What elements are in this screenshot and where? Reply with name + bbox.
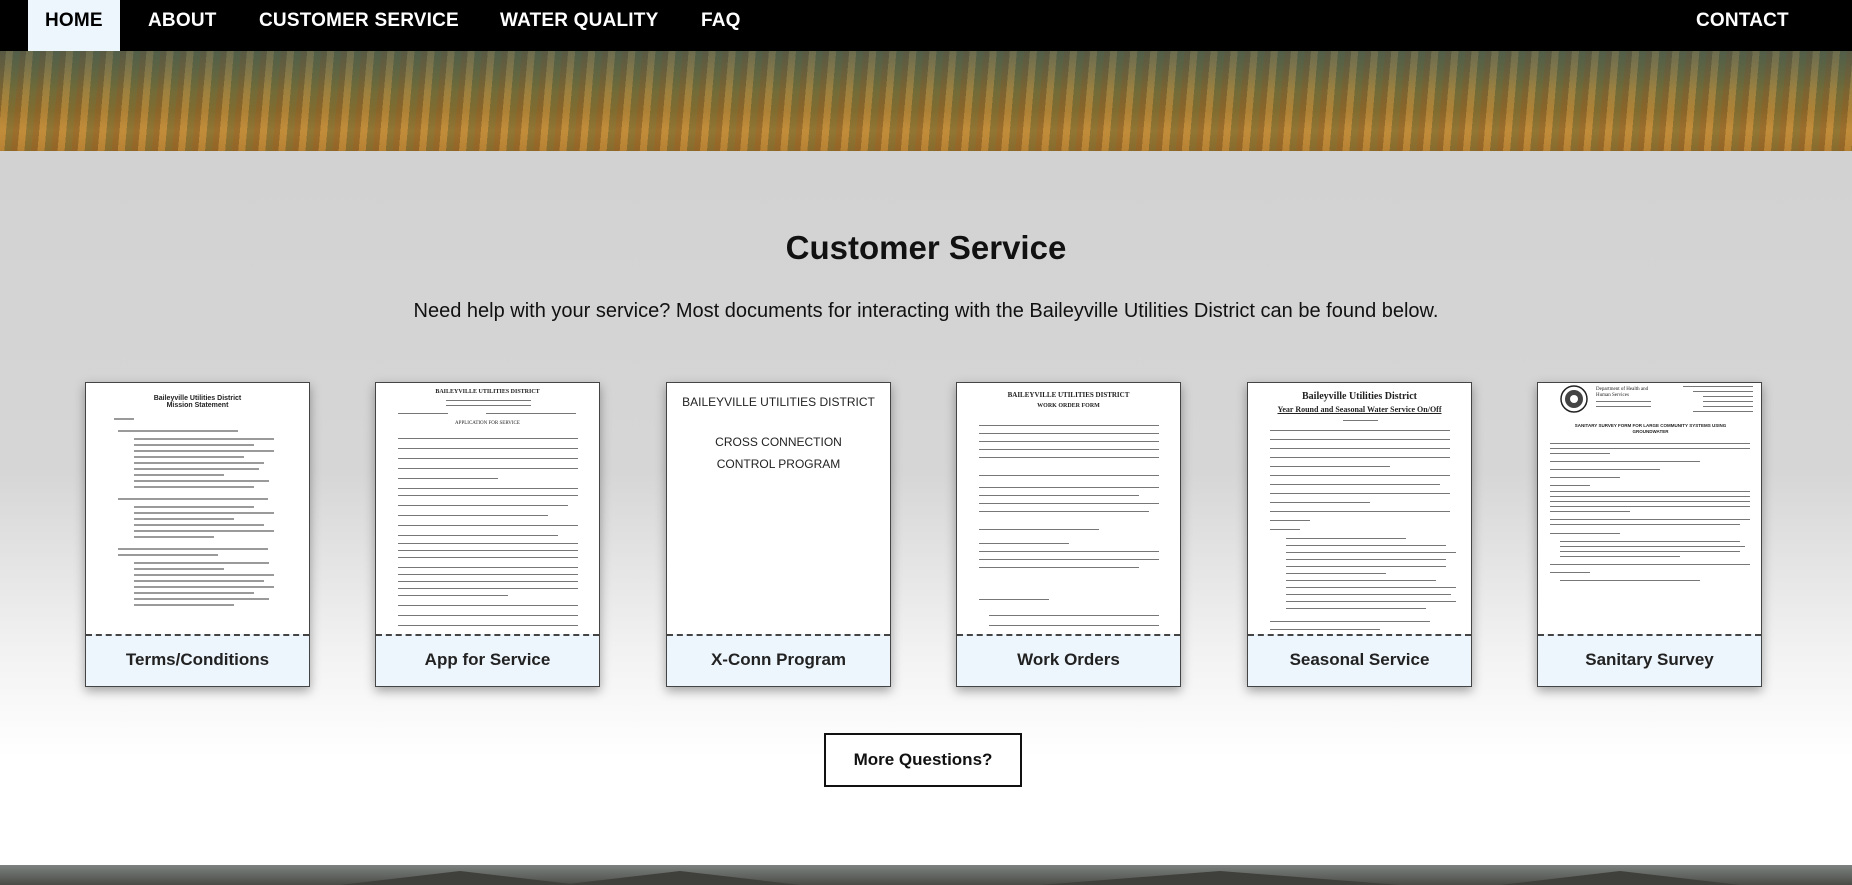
document-thumbnail: BAILEYVILLE UTILITIES DISTRICT CROSS CON… <box>667 383 890 634</box>
nav-faq[interactable]: FAQ <box>701 0 741 51</box>
nav-contact[interactable]: CONTACT <box>1696 0 1789 51</box>
doc-title: BAILEYVILLE UTILITIES DISTRICT <box>682 395 875 409</box>
doc-subtitle: WORK ORDER FORM <box>1037 403 1100 409</box>
card-terms-conditions[interactable]: Baileyville Utilities District Mission S… <box>85 382 310 687</box>
footer-banner-image <box>0 865 1852 885</box>
document-thumbnail: Department of Health and Human Services … <box>1538 383 1761 634</box>
card-label[interactable]: Seasonal Service <box>1248 634 1471 686</box>
card-work-orders[interactable]: BAILEYVILLE UTILITIES DISTRICT WORK ORDE… <box>956 382 1181 687</box>
nav-customer-service[interactable]: CUSTOMER SERVICE <box>259 0 459 51</box>
document-thumbnail: BAILEYVILLE UTILITIES DISTRICT WORK ORDE… <box>957 383 1180 634</box>
doc-title: BAILEYVILLE UTILITIES DISTRICT <box>1007 391 1130 399</box>
card-label[interactable]: Sanitary Survey <box>1538 634 1761 686</box>
doc-title: BAILEYVILLE UTILITIES DISTRICT <box>435 389 540 395</box>
doc-title: Department of Health and Human Services <box>1596 387 1649 398</box>
intro-text: Need help with your service? Most docume… <box>413 300 1439 322</box>
doc-subtitle: Mission Statement <box>166 402 229 409</box>
nav-home[interactable]: HOME <box>28 0 120 51</box>
card-label[interactable]: Terms/Conditions <box>86 634 309 686</box>
page-title: Customer Service <box>785 229 1067 266</box>
doc-subtitle: Year Round and Seasonal Water Service On… <box>1277 405 1442 414</box>
document-thumbnail: Baileyville Utilities District Mission S… <box>86 383 309 634</box>
document-thumbnail: BAILEYVILLE UTILITIES DISTRICT APPLICATI… <box>376 383 599 634</box>
doc-subtitle: APPLICATION FOR SERVICE <box>455 421 520 426</box>
nav-water-quality[interactable]: WATER QUALITY <box>500 0 658 51</box>
top-navigation: HOME ABOUT CUSTOMER SERVICE WATER QUALIT… <box>0 0 1852 51</box>
doc-line-2: CONTROL PROGRAM <box>716 457 841 471</box>
card-label[interactable]: Work Orders <box>957 634 1180 686</box>
state-seal-icon <box>1560 385 1588 413</box>
card-label[interactable]: App for Service <box>376 634 599 686</box>
doc-subtitle: SANITARY SURVEY FORM FOR LARGE COMMUNITY… <box>1574 423 1727 434</box>
document-thumbnail: Baileyville Utilities District Year Roun… <box>1248 383 1471 634</box>
card-seasonal-service[interactable]: Baileyville Utilities District Year Roun… <box>1247 382 1472 687</box>
card-x-conn-program[interactable]: BAILEYVILLE UTILITIES DISTRICT CROSS CON… <box>666 382 891 687</box>
more-questions-button[interactable]: More Questions? <box>824 733 1022 787</box>
doc-title: Baileyville Utilities District <box>153 395 242 402</box>
card-label[interactable]: X-Conn Program <box>667 634 890 686</box>
doc-title: Baileyville Utilities District <box>1302 391 1417 402</box>
card-sanitary-survey[interactable]: Department of Health and Human Services … <box>1537 382 1762 687</box>
doc-line-1: CROSS CONNECTION <box>715 435 842 449</box>
card-app-for-service[interactable]: BAILEYVILLE UTILITIES DISTRICT APPLICATI… <box>375 382 600 687</box>
header-banner-image <box>0 51 1852 151</box>
nav-about[interactable]: ABOUT <box>148 0 217 51</box>
